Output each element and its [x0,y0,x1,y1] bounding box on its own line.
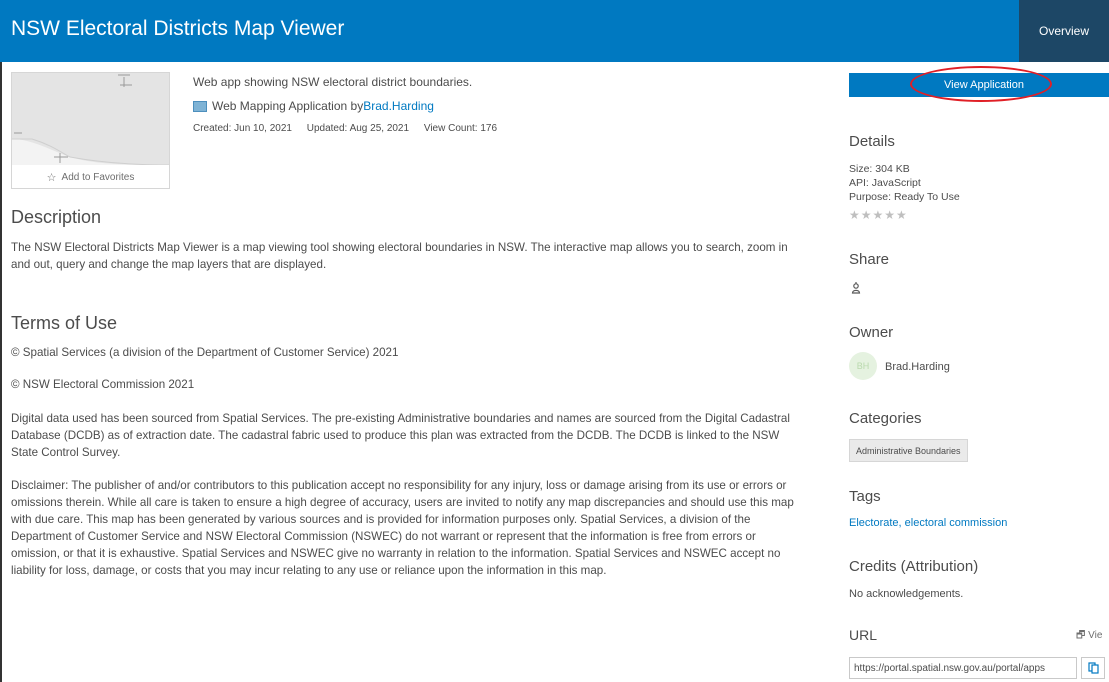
details-size: Size: 304 KB [849,163,910,175]
terms-copyright-spatial: © Spatial Services (a division of the De… [11,346,399,359]
owner-heading: Owner [849,324,894,341]
item-type-label: Web Mapping Application by [212,99,364,113]
details-api: API: JavaScript [849,177,921,189]
view-application-button[interactable]: View Application [849,73,1109,97]
page-title: NSW Electoral Districts Map Viewer [11,17,345,40]
created-date: Created: Jun 10, 2021 [193,123,292,134]
updated-date: Updated: Aug 25, 2021 [306,123,410,134]
owner-link[interactable]: Brad.Harding [363,99,434,113]
add-to-favorites-button[interactable]: ☆ Add to Favorites [12,166,169,188]
terms-heading: Terms of Use [11,313,118,333]
item-thumbnail: ☆ Add to Favorites [11,72,170,189]
web-app-icon [193,100,207,112]
owner-avatar: BH [849,352,877,380]
tags-heading: Tags [849,488,881,505]
map-thumbnail-image [12,73,169,165]
category-chip[interactable]: Administrative Boundaries [849,439,968,462]
description-heading: Description [11,207,102,227]
details-purpose: Purpose: Ready To Use [849,191,960,203]
categories-heading: Categories [849,410,922,427]
item-metadata: Created: Jun 10, 2021 Updated: Aug 25, 2… [193,123,509,134]
add-favorites-label: Add to Favorites [61,171,135,183]
share-heading: Share [849,251,890,268]
item-summary: Web app showing NSW electoral district b… [193,75,473,89]
url-heading: URL [849,627,878,643]
tab-overview[interactable]: Overview [1019,0,1109,62]
terms-data-source: Digital data used has been sourced from … [11,412,790,459]
credits-heading: Credits (Attribution) [849,558,979,575]
terms-copyright-nswec: © NSW Electoral Commission 2021 [11,378,195,391]
url-field[interactable] [849,657,1077,679]
copy-url-button[interactable] [1081,657,1105,679]
copy-icon [1087,662,1099,674]
tags-list[interactable]: Electorate, electoral commission [849,517,1007,529]
view-count: View Count: 176 [423,123,498,134]
item-type-line: Web Mapping Application by Brad.Harding [193,99,434,113]
description-text: The NSW Electoral Districts Map Viewer i… [11,241,788,271]
window-left-border [0,62,2,682]
terms-disclaimer: Disclaimer: The publisher of and/or cont… [11,479,794,577]
credits-text: No acknowledgements. [849,588,964,600]
header-bar: NSW Electoral Districts Map Viewer Overv… [0,0,1109,62]
url-view-label: Vie [1088,630,1103,641]
share-icon[interactable] [851,282,861,297]
star-outline-icon: ☆ [46,171,57,184]
rating-stars[interactable]: ★★★★★ [849,208,908,222]
owner-name[interactable]: Brad.Harding [885,361,950,373]
external-link-icon: 🗗 [1076,630,1086,641]
url-view-link[interactable]: 🗗 Vie [1076,628,1102,645]
details-heading: Details [849,133,895,150]
